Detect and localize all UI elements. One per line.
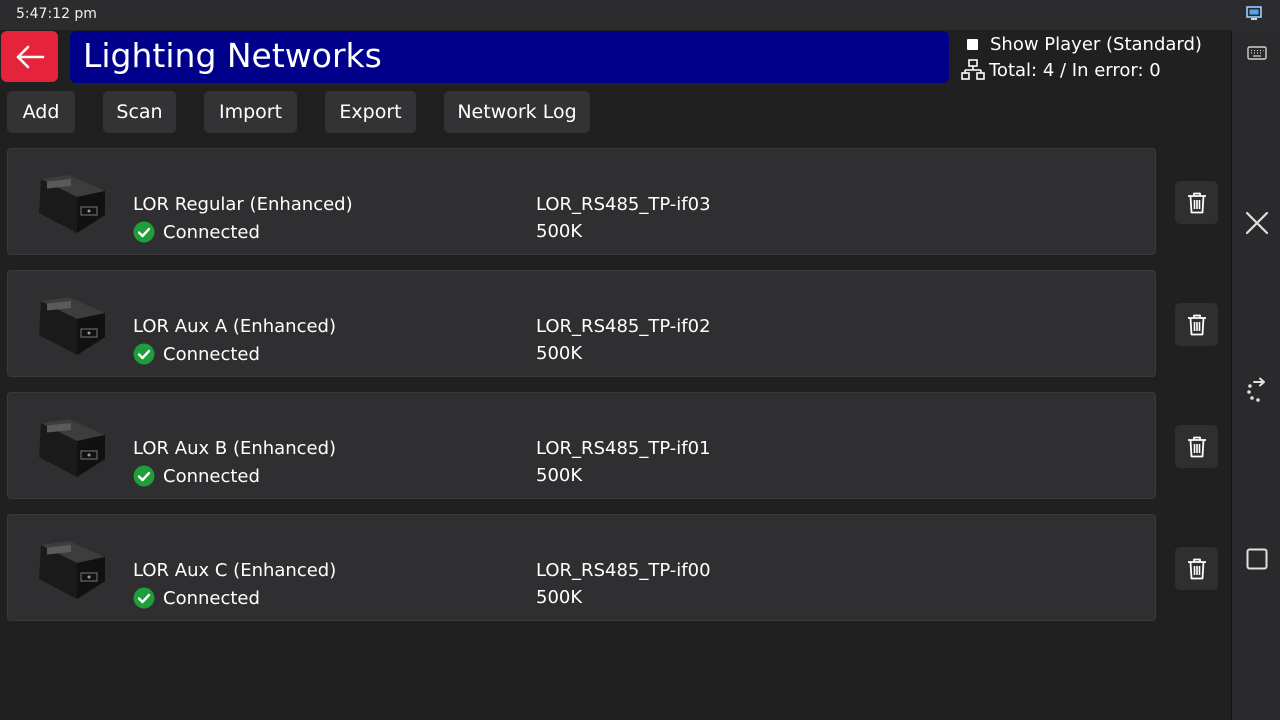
overview-button[interactable]: [1232, 542, 1280, 576]
trash-icon: [1187, 314, 1206, 335]
totals-text: Total: 4 / In error: 0: [989, 59, 1161, 81]
connection-status: Connected: [133, 221, 260, 243]
main-content: Lighting Networks Show Player (Standard)…: [0, 30, 1230, 720]
show-player-checkbox[interactable]: [967, 38, 978, 50]
arrow-left-icon: [16, 45, 44, 68]
lor-adapter-icon: [39, 297, 105, 355]
keyboard-icon: [1246, 46, 1267, 60]
status-time: 5:47:12 pm: [16, 6, 97, 22]
check-circle-icon: [133, 587, 155, 609]
lor-adapter-icon: [39, 541, 105, 599]
scan-button[interactable]: Scan: [103, 91, 176, 133]
app-root: 5:47:12 pm Lighting Networks Show Player…: [0, 0, 1280, 720]
network-name: LOR Aux B (Enhanced): [133, 438, 337, 459]
show-player-toggle[interactable]: Show Player (Standard): [967, 33, 1202, 55]
network-port: LOR_RS485_TP-if01: [536, 438, 711, 459]
page-title: Lighting Networks: [83, 36, 382, 75]
status-label: Connected: [163, 343, 260, 365]
check-circle-icon: [133, 343, 155, 365]
connection-status: Connected: [133, 465, 260, 487]
network-totals: Total: 4 / In error: 0: [961, 58, 1161, 82]
rotate-button[interactable]: [1232, 372, 1280, 408]
system-nav-bar: [1231, 30, 1280, 720]
cast-icon: [1246, 6, 1262, 20]
status-label: Connected: [163, 221, 260, 243]
close-icon: [1245, 211, 1268, 235]
network-card[interactable]: LOR Aux C (Enhanced) Connected LOR_RS485…: [7, 514, 1156, 621]
back-button[interactable]: [1, 31, 58, 82]
network-port: LOR_RS485_TP-if00: [536, 560, 711, 581]
connection-status: Connected: [133, 587, 260, 609]
trash-icon: [1187, 192, 1206, 213]
close-button[interactable]: [1232, 205, 1280, 241]
title-bar: Lighting Networks: [70, 31, 949, 83]
square-icon: [1246, 548, 1267, 570]
show-player-label: Show Player (Standard): [990, 33, 1202, 55]
network-speed: 500K: [536, 587, 583, 608]
delete-network-button[interactable]: [1175, 547, 1218, 590]
status-bar: 5:47:12 pm: [0, 0, 1280, 30]
network-port: LOR_RS485_TP-if03: [536, 194, 711, 215]
add-button[interactable]: Add: [7, 91, 75, 133]
network-speed: 500K: [536, 221, 583, 242]
network-port: LOR_RS485_TP-if02: [536, 316, 711, 337]
keyboard-button[interactable]: [1232, 40, 1280, 66]
import-button[interactable]: Import: [204, 91, 297, 133]
status-label: Connected: [163, 465, 260, 487]
delete-network-button[interactable]: [1175, 425, 1218, 468]
export-button[interactable]: Export: [325, 91, 416, 133]
network-card[interactable]: LOR Regular (Enhanced) Connected LOR_RS4…: [7, 148, 1156, 255]
network-speed: 500K: [536, 465, 583, 486]
trash-icon: [1187, 558, 1206, 579]
rotate-icon: [1246, 377, 1265, 402]
network-name: LOR Regular (Enhanced): [133, 194, 353, 215]
lor-adapter-icon: [39, 419, 105, 477]
network-name: LOR Aux A (Enhanced): [133, 316, 336, 337]
trash-icon: [1187, 436, 1206, 457]
network-speed: 500K: [536, 343, 583, 364]
connection-status: Connected: [133, 343, 260, 365]
status-label: Connected: [163, 587, 260, 609]
check-circle-icon: [133, 465, 155, 487]
network-card[interactable]: LOR Aux A (Enhanced) Connected LOR_RS485…: [7, 270, 1156, 377]
check-circle-icon: [133, 221, 155, 243]
delete-network-button[interactable]: [1175, 303, 1218, 346]
network-log-button[interactable]: Network Log: [444, 91, 590, 133]
network-card[interactable]: LOR Aux B (Enhanced) Connected LOR_RS485…: [7, 392, 1156, 499]
network-icon: [961, 59, 985, 80]
delete-network-button[interactable]: [1175, 181, 1218, 224]
network-name: LOR Aux C (Enhanced): [133, 560, 337, 581]
lor-adapter-icon: [39, 175, 105, 233]
